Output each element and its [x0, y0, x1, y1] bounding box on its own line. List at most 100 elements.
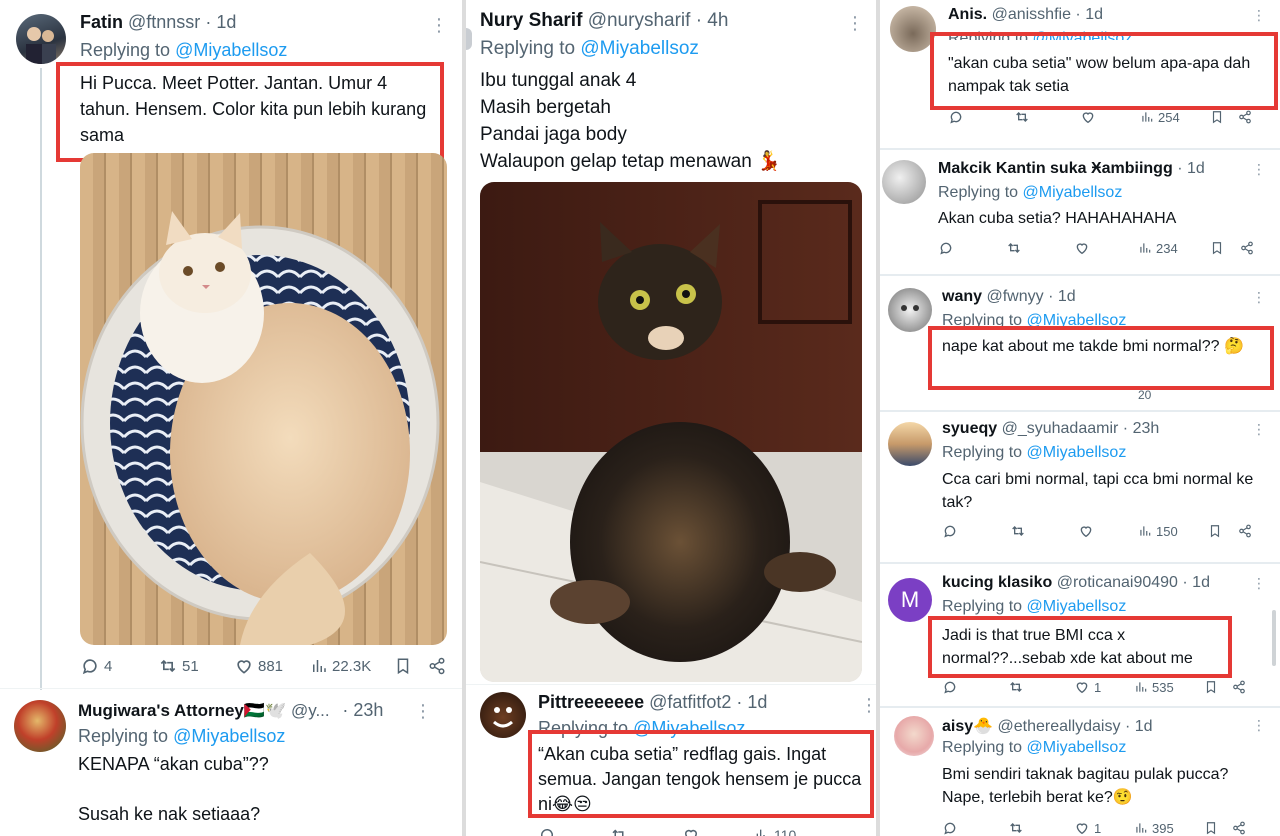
- tweet-fatin[interactable]: Fatin @ftnnssr · 1d ⋮ Replying to @Miyab…: [0, 0, 462, 690]
- avatar[interactable]: [480, 692, 526, 738]
- replying-to-link[interactable]: @Miyabellsoz: [1027, 598, 1127, 615]
- share-button[interactable]: [428, 657, 446, 675]
- display-name[interactable]: aisy🐣 @ethereallydaisy · 1d: [942, 716, 1153, 736]
- like-button[interactable]: 1: [1074, 820, 1134, 836]
- share-button[interactable]: [1238, 110, 1252, 124]
- avatar[interactable]: [894, 716, 934, 756]
- retweet-button[interactable]: [610, 826, 682, 836]
- tweet-makcik-kantin[interactable]: Makcik Kantin suka Ӿambiingg · 1d ⋮ Repl…: [880, 150, 1280, 276]
- bookmark-button[interactable]: [1204, 821, 1232, 835]
- replying-to-link[interactable]: @Miyabellsoz: [1027, 444, 1127, 461]
- more-options-icon[interactable]: ⋮: [1252, 718, 1266, 732]
- tweet-anis[interactable]: Anis. @anisshfie · 1d ⋮ Replying to @Miy…: [880, 0, 1280, 136]
- retweet-button[interactable]: [1008, 679, 1074, 695]
- timestamp[interactable]: · 1d: [205, 12, 236, 32]
- handle[interactable]: @fatfitfot2: [649, 692, 731, 712]
- avatar[interactable]: [466, 28, 472, 50]
- more-options-icon[interactable]: ⋮: [430, 16, 448, 34]
- replying-to-link[interactable]: @Miyabellsoz: [173, 726, 285, 746]
- more-options-icon[interactable]: ⋮: [860, 696, 876, 714]
- timestamp[interactable]: · 4h: [696, 10, 729, 31]
- views-button[interactable]: 150: [1138, 524, 1208, 539]
- share-button[interactable]: [1238, 524, 1252, 538]
- display-name[interactable]: Makcik Kantin suka Ӿambiingg · 1d: [938, 160, 1205, 178]
- share-button[interactable]: [1232, 680, 1246, 694]
- display-name[interactable]: Mugiwara's Attorney🇵🇸🕊️ @y... · 23h: [78, 700, 383, 721]
- timestamp[interactable]: · 1d: [1125, 718, 1153, 735]
- tweet-aisy[interactable]: aisy🐣 @ethereallydaisy · 1d ⋮ Replying t…: [880, 708, 1280, 836]
- tweet-nury[interactable]: Nury Sharif @nurysharif · 4h ⋮ Replying …: [466, 0, 876, 684]
- bookmark-button[interactable]: [1208, 524, 1238, 538]
- views-button[interactable]: 234: [1138, 241, 1210, 256]
- timestamp[interactable]: · 1d: [1075, 6, 1103, 23]
- display-name[interactable]: Fatin @ftnnssr · 1d: [80, 12, 236, 33]
- timestamp[interactable]: · 1d: [1177, 160, 1205, 177]
- tweet-syueqy[interactable]: syueqy @_syuhadaamir · 23h ⋮ Replying to…: [880, 412, 1280, 560]
- like-button[interactable]: [1078, 523, 1138, 539]
- like-button[interactable]: [682, 826, 754, 836]
- views-button[interactable]: 110: [754, 827, 826, 836]
- bookmark-button[interactable]: [1210, 241, 1240, 255]
- replying-to-link[interactable]: @Miyabellsoz: [175, 40, 287, 60]
- avatar[interactable]: [888, 288, 932, 332]
- reply-button[interactable]: [538, 826, 610, 836]
- reply-button[interactable]: [942, 523, 1010, 539]
- more-options-icon[interactable]: ⋮: [414, 702, 432, 720]
- avatar[interactable]: [888, 422, 932, 466]
- views-button[interactable]: 535: [1134, 680, 1204, 695]
- share-button[interactable]: [1232, 821, 1246, 835]
- display-name[interactable]: Anis. @anisshfie · 1d: [948, 6, 1103, 24]
- handle[interactable]: @ethereallydaisy: [998, 718, 1121, 735]
- replying-to-link[interactable]: @Miyabellsoz: [1027, 739, 1127, 756]
- retweet-button[interactable]: 51: [158, 656, 234, 676]
- more-options-icon[interactable]: ⋮: [1252, 576, 1266, 590]
- more-options-icon[interactable]: ⋮: [846, 14, 864, 32]
- retweet-button[interactable]: [1008, 820, 1074, 836]
- handle[interactable]: @_syuhadaamir: [1002, 420, 1119, 437]
- views-button[interactable]: 395: [1134, 821, 1204, 836]
- views-button[interactable]: 254: [1140, 110, 1210, 125]
- bookmark-button[interactable]: [394, 657, 428, 675]
- handle[interactable]: @nurysharif: [588, 10, 691, 31]
- views-button[interactable]: 22.3K: [310, 657, 394, 675]
- timestamp[interactable]: · 23h: [342, 700, 383, 720]
- reply-button[interactable]: [942, 679, 1008, 695]
- avatar[interactable]: [16, 14, 66, 64]
- more-options-icon[interactable]: ⋮: [1252, 162, 1266, 176]
- like-button[interactable]: 881: [234, 656, 310, 676]
- handle[interactable]: @roticanai90490: [1057, 574, 1178, 591]
- reply-button[interactable]: [942, 820, 1008, 836]
- like-button[interactable]: [1080, 109, 1140, 125]
- like-button[interactable]: 1: [1074, 679, 1134, 695]
- display-name[interactable]: kucing klasiko @roticanai90490 · 1d: [942, 574, 1210, 592]
- like-button[interactable]: [1074, 240, 1138, 256]
- views-button[interactable]: 20: [1138, 388, 1151, 402]
- avatar[interactable]: M: [888, 578, 932, 622]
- handle[interactable]: @y...: [291, 701, 330, 720]
- reply-button[interactable]: [938, 240, 1006, 256]
- avatar[interactable]: [882, 160, 926, 204]
- bookmark-button[interactable]: [1210, 110, 1238, 124]
- retweet-button[interactable]: [1010, 523, 1078, 539]
- tweet-mugiwara[interactable]: Mugiwara's Attorney🇵🇸🕊️ @y... · 23h ⋮ Re…: [0, 690, 462, 836]
- replying-to-link[interactable]: @Miyabellsoz: [1023, 184, 1123, 201]
- display-name[interactable]: Pittreeeeeee @fatfitfot2 · 1d: [538, 692, 767, 713]
- retweet-button[interactable]: [1014, 109, 1080, 125]
- timestamp[interactable]: · 1d: [1048, 288, 1076, 305]
- tweet-wany[interactable]: wany @fwnyy · 1d ⋮ Replying to @Miyabell…: [880, 278, 1280, 412]
- tweet-image[interactable]: [480, 182, 862, 682]
- tweet-image[interactable]: [80, 153, 447, 645]
- more-options-icon[interactable]: ⋮: [1252, 8, 1266, 22]
- timestamp[interactable]: · 1d: [736, 692, 767, 712]
- tweet-pittreeeeeee[interactable]: Pittreeeeeee @fatfitfot2 · 1d ⋮ Replying…: [466, 684, 876, 836]
- display-name[interactable]: wany @fwnyy · 1d: [942, 288, 1076, 306]
- display-name[interactable]: Nury Sharif @nurysharif · 4h: [480, 10, 728, 32]
- replying-to-link[interactable]: @Miyabellsoz: [580, 38, 699, 59]
- more-options-icon[interactable]: ⋮: [1252, 422, 1266, 436]
- handle[interactable]: @fwnyy: [986, 288, 1043, 305]
- timestamp[interactable]: · 23h: [1123, 420, 1159, 437]
- more-options-icon[interactable]: ⋮: [1252, 290, 1266, 304]
- bookmark-button[interactable]: [1204, 680, 1232, 694]
- reply-button[interactable]: [948, 109, 1014, 125]
- avatar[interactable]: [14, 700, 66, 752]
